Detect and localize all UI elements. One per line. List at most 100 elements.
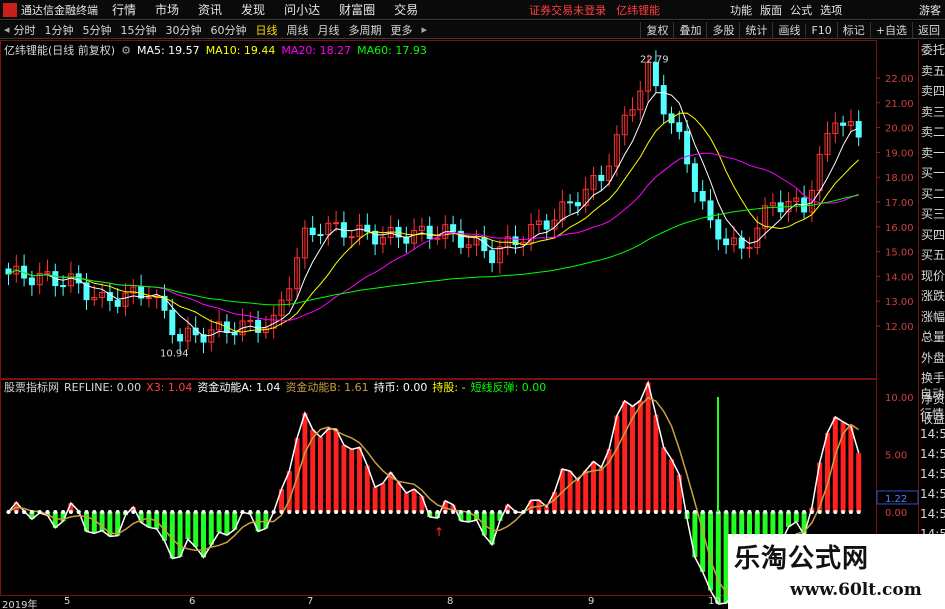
- refline-dot: [841, 510, 846, 514]
- refline-dot: [14, 510, 19, 514]
- refline-dot: [739, 510, 744, 514]
- price-tick-label: 14.00: [885, 272, 914, 283]
- period-multi[interactable]: 多周期: [349, 22, 382, 38]
- refline-dot: [692, 510, 697, 514]
- sub-tick-label: 10.00: [885, 393, 914, 404]
- period-fenshi[interactable]: 分时: [14, 22, 36, 38]
- menu-shichang[interactable]: 市场: [155, 1, 179, 18]
- oscillator-bar: [786, 512, 791, 527]
- left-arrow-icon[interactable]: ◂: [4, 23, 10, 36]
- refline-dot: [466, 510, 471, 514]
- candle-body: [255, 319, 262, 333]
- more-arrow-icon[interactable]: ▸: [422, 23, 428, 36]
- period-60min[interactable]: 60分钟: [211, 22, 247, 38]
- huaxian-button[interactable]: 画线: [772, 22, 805, 38]
- period-15min[interactable]: 15分钟: [121, 22, 157, 38]
- sub-legend: 股票指标网 REFLINE: 0.00 X3: 1.04 资金动能A: 1.04…: [4, 380, 551, 395]
- menu-hangqing[interactable]: 行情: [112, 1, 136, 18]
- period-monthly[interactable]: 月线: [318, 22, 340, 38]
- settings-icon[interactable]: ⚙: [121, 44, 131, 57]
- chart-area[interactable]: 22.00 21.00 20.00 19.00 18.00 17.00 16.00 15.00…: [0, 40, 945, 609]
- login-warning[interactable]: 证券交易未登录: [529, 2, 606, 18]
- quote-row-label: 现价: [921, 268, 945, 283]
- period-5min[interactable]: 5分钟: [83, 22, 112, 38]
- quote-row-label: 买四: [921, 227, 945, 242]
- menu-banmian[interactable]: 版面: [760, 2, 782, 18]
- oscillator-bar: [645, 382, 651, 512]
- refline-dot: [22, 510, 27, 514]
- menu-caifuquan[interactable]: 财富圈: [339, 1, 375, 18]
- ma20-line: [8, 152, 859, 321]
- oscillator-bar: [856, 453, 862, 512]
- refline-dot: [224, 510, 229, 514]
- refline-dot: [724, 510, 729, 514]
- menu-gongshi[interactable]: 公式: [790, 2, 812, 18]
- oscillator-bar: [403, 493, 409, 512]
- kline-chart-svg[interactable]: 22.00 21.00 20.00 19.00 18.00 17.00 16.00 15.00…: [0, 40, 945, 609]
- candle-body: [317, 234, 324, 237]
- candle-body: [145, 297, 152, 300]
- menu-xuanxiang[interactable]: 选项: [820, 2, 842, 18]
- guest-label[interactable]: 游客: [919, 2, 941, 18]
- zixuan-button[interactable]: +自选: [869, 22, 912, 38]
- date-label: 10: [708, 596, 721, 607]
- refline-dot: [279, 510, 284, 514]
- refline-dot: [45, 510, 50, 514]
- ma5-label: MA5: 19.57: [136, 43, 200, 57]
- period-more[interactable]: 更多: [391, 22, 413, 38]
- tongji-button[interactable]: 统计: [739, 22, 772, 38]
- auto-quote-toggle[interactable]: 行情: [920, 404, 945, 424]
- quote-side-panel: 委托 卖五 卖四 卖三 卖二 卖一 买一 买二 买三 买四 买五 现价 涨跌 涨幅 总量 外盘 换手 净资 收益: [920, 40, 945, 430]
- candle-body: [676, 122, 683, 132]
- auto-quote-toggle[interactable]: 自动: [920, 384, 945, 404]
- period-weekly[interactable]: 周线: [287, 22, 309, 38]
- menu-wenxiaoda[interactable]: 问小达: [284, 1, 320, 18]
- price-tick-label: 18.00: [885, 173, 914, 184]
- period-1min[interactable]: 1分钟: [45, 22, 74, 38]
- menu-jiaoyi[interactable]: 交易: [394, 1, 418, 18]
- f10-button[interactable]: F10: [805, 23, 836, 37]
- refline-dot: [778, 510, 783, 514]
- refline-dot: [29, 510, 34, 514]
- refline-dot: [731, 510, 736, 514]
- refline-dot: [474, 510, 479, 514]
- biaoji-button[interactable]: 标记: [836, 22, 870, 38]
- refline-dot: [497, 510, 502, 514]
- oscillator-bar: [575, 480, 581, 512]
- period-30min[interactable]: 30分钟: [166, 22, 202, 38]
- price-tick-label: 16.00: [885, 223, 914, 234]
- fuquan-button[interactable]: 复权: [640, 22, 673, 38]
- candle-body: [723, 238, 730, 246]
- candle-body: [660, 85, 667, 115]
- refline-dot: [185, 510, 190, 514]
- diejia-button[interactable]: 叠加: [673, 22, 706, 38]
- menu-faxian[interactable]: 发现: [241, 1, 265, 18]
- oscillator-bar: [372, 487, 378, 512]
- oscillator-bar: [302, 413, 308, 512]
- refline-dot: [240, 510, 245, 514]
- candle-body: [567, 201, 574, 204]
- refline-dot: [833, 510, 838, 514]
- refline-dot: [263, 510, 268, 514]
- candle-body: [426, 225, 433, 240]
- refline-dot: [638, 510, 643, 514]
- refline-dot: [677, 510, 682, 514]
- holdstock-label: 持股: -: [432, 381, 466, 394]
- refline-dot: [131, 510, 136, 514]
- menu-bar: 通达信金融终端 行情 市场 资讯 发现 问小达 财富圈 交易 证券交易未登录 亿…: [0, 0, 945, 20]
- oscillator-bar: [591, 461, 596, 512]
- quote-row-label[interactable]: 委托: [920, 40, 945, 61]
- candle-body: [598, 174, 605, 182]
- date-label: 7: [307, 596, 314, 607]
- menu-gongneng[interactable]: 功能: [730, 2, 752, 18]
- period-toolbar: ◂ 分时 1分钟 5分钟 15分钟 30分钟 60分钟 日线 周线 月线 多周期…: [0, 21, 945, 39]
- duogu-button[interactable]: 多股: [706, 22, 739, 38]
- refline-dot: [419, 510, 424, 514]
- menu-zixun[interactable]: 资讯: [198, 1, 222, 18]
- price-tick-label: 19.00: [885, 148, 914, 159]
- fanhui-button[interactable]: 返回: [912, 22, 945, 38]
- refline-dot: [443, 510, 448, 514]
- candle-body: [684, 130, 691, 165]
- period-daily[interactable]: 日线: [256, 22, 278, 38]
- refline-dot: [287, 510, 292, 514]
